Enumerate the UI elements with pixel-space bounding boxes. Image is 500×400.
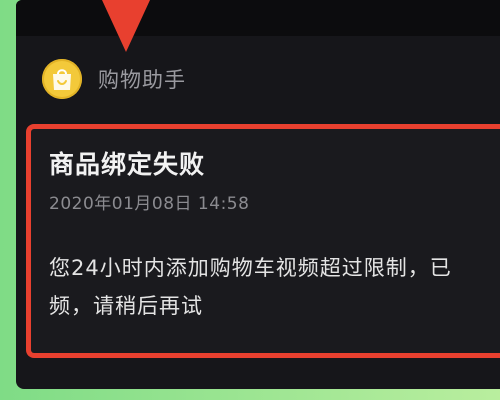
highlight-arrow — [102, 0, 150, 52]
shopping-bag-smile-icon — [53, 69, 71, 90]
body-line-1: 您24小时内添加购物车视频超过限制，已 — [49, 256, 452, 280]
notification-body: 您24小时内添加购物车视频超过限制，已 频，请稍后再试 — [49, 249, 500, 325]
phone-screen: 购物助手 商品绑定失败 2020年01月08日 14:58 您24小时内添加购物… — [16, 0, 500, 389]
top-strip — [16, 0, 500, 36]
screenshot-frame: 购物助手 商品绑定失败 2020年01月08日 14:58 您24小时内添加购物… — [0, 0, 500, 400]
message-header[interactable]: 购物助手 — [42, 58, 186, 100]
notification-title: 商品绑定失败 — [49, 150, 206, 179]
avatar[interactable] — [42, 59, 82, 99]
notification-card[interactable]: 商品绑定失败 2020年01月08日 14:58 您24小时内添加购物车视频超过… — [26, 124, 500, 358]
body-line-2: 频，请稍后再试 — [49, 294, 203, 318]
notification-timestamp: 2020年01月08日 14:58 — [49, 194, 250, 214]
sender-name: 购物助手 — [98, 68, 186, 92]
